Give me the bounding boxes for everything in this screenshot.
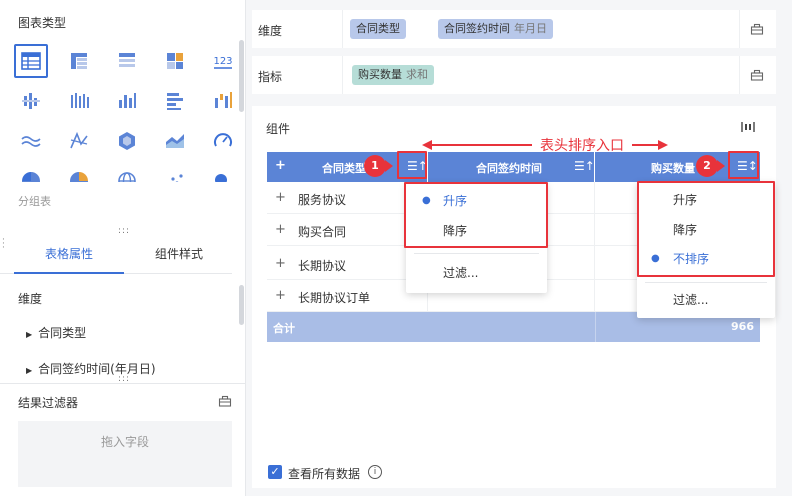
gauge-icon[interactable]	[206, 124, 238, 158]
toolbox-icon[interactable]	[750, 22, 764, 36]
left-panel: 图表类型 123 分组表::: · · · 表格属性 组件样式 维度 ▶ 合同…	[0, 0, 246, 496]
dot-chart-icon[interactable]	[158, 164, 192, 182]
caret-right-icon: ▶	[26, 330, 33, 339]
menu-item-filter[interactable]: 过滤...	[406, 259, 547, 287]
component-title: 组件	[266, 122, 291, 136]
expand-row-icon[interactable]: +	[275, 190, 286, 205]
resize-handle-icon[interactable]: :::	[117, 375, 131, 384]
dimension-row-label: 维度	[258, 24, 283, 38]
highlight-box	[397, 151, 427, 179]
result-filter-title: 结果过滤器	[18, 396, 79, 410]
line-chart-icon[interactable]	[14, 124, 48, 158]
dimension-item[interactable]: ▶ 合同类型	[26, 324, 86, 341]
badge-pointer	[385, 160, 393, 172]
filter-drop-zone[interactable]: 拖入字段	[18, 421, 232, 487]
expand-row-icon[interactable]: +	[275, 222, 286, 237]
chart-type-title: 图表类型	[18, 16, 67, 30]
step-badge-1: 1	[364, 155, 386, 177]
indicator-row: 指标 购买数量 求和	[252, 56, 776, 94]
divider	[342, 56, 343, 94]
pie-icon[interactable]	[14, 164, 48, 182]
waterfall-icon[interactable]	[206, 84, 238, 118]
resize-handle-icon[interactable]: :::	[117, 227, 131, 236]
table-icon[interactable]	[14, 44, 48, 78]
divider	[645, 282, 767, 283]
cross-table-icon[interactable]	[62, 44, 96, 78]
caret-right-icon: ▶	[26, 366, 33, 375]
dimension-section-title: 维度	[18, 292, 43, 306]
number-icon[interactable]: 123	[206, 44, 238, 78]
tab-table-properties[interactable]: 表格属性	[14, 246, 124, 274]
dimension-chip[interactable]: 合同类型	[350, 19, 406, 39]
expand-all-icon[interactable]: +	[275, 158, 286, 173]
globe-icon[interactable]	[110, 164, 144, 182]
bar-chart-icon[interactable]	[158, 84, 192, 118]
step-badge-2: 2	[696, 155, 718, 177]
scatter-bar-icon[interactable]	[14, 84, 48, 118]
chart-types-scrollbar[interactable]	[239, 40, 244, 112]
show-all-label: 查看所有数据	[288, 467, 361, 481]
svg-text:123: 123	[213, 56, 232, 67]
toolbox-icon[interactable]	[218, 394, 232, 408]
divider	[595, 312, 596, 342]
expand-row-icon[interactable]: +	[275, 256, 286, 271]
indicator-chip[interactable]: 购买数量 求和	[352, 65, 434, 85]
toolbox-icon[interactable]	[750, 68, 764, 82]
total-value: 966	[731, 320, 754, 333]
donut-icon[interactable]	[62, 164, 96, 182]
area-chart-icon[interactable]	[158, 124, 192, 158]
highlight-box	[404, 182, 548, 248]
menu-item-filter[interactable]: 过滤...	[637, 286, 775, 314]
hexagon-icon[interactable]	[110, 124, 144, 158]
highlight-box	[728, 151, 759, 179]
bubble-icon[interactable]	[206, 164, 238, 182]
multi-bar-icon[interactable]	[62, 84, 96, 118]
total-label: 合计	[273, 322, 295, 335]
show-all-checkbox[interactable]: ✓	[268, 465, 282, 479]
divider	[342, 10, 343, 48]
indicator-row-label: 指标	[258, 70, 283, 84]
property-tabs: 表格属性 组件样式	[0, 240, 232, 274]
chart-type-grid: 123	[14, 44, 238, 182]
hover-label: 分组表	[18, 195, 51, 208]
sort-icon[interactable]: ☰↑	[574, 159, 595, 173]
column-settings-icon[interactable]	[740, 120, 756, 134]
expand-row-icon[interactable]: +	[275, 288, 286, 303]
block-table-icon[interactable]	[158, 44, 192, 78]
column-chart-icon[interactable]	[110, 84, 144, 118]
tab-component-style[interactable]: 组件样式	[124, 246, 234, 274]
dimension-chip[interactable]: 合同签约时间 年月日	[438, 19, 553, 39]
dimension-row: 维度 合同类型 合同签约时间 年月日	[252, 10, 776, 48]
properties-scrollbar[interactable]	[239, 285, 244, 325]
highlight-box	[637, 181, 775, 277]
badge-pointer	[717, 160, 725, 172]
divider	[414, 253, 539, 254]
dimension-item[interactable]: ▶ 合同签约时间(年月日)	[26, 360, 156, 377]
divider	[0, 383, 246, 384]
divider	[739, 56, 740, 94]
radar-icon[interactable]	[62, 124, 96, 158]
divider	[739, 10, 740, 48]
group-table-icon[interactable]	[110, 44, 144, 78]
table-header-sign-date[interactable]: 合同签约时间 ☰↑	[428, 152, 595, 182]
info-icon[interactable]: i	[368, 465, 382, 479]
